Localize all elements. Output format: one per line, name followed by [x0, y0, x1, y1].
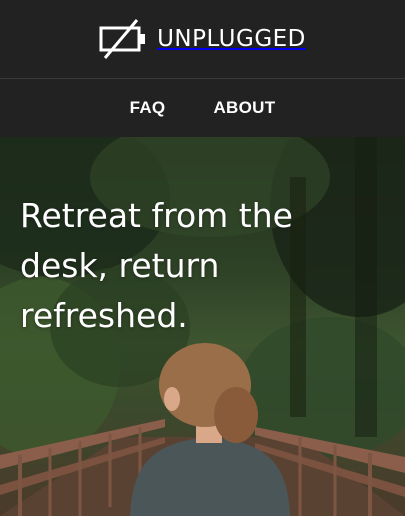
site-header: UNPLUGGED: [0, 0, 405, 79]
hero-banner: Retreat from the desk, return refreshed.: [0, 137, 405, 516]
nav-item-faq[interactable]: FAQ: [130, 98, 166, 118]
brand-logo[interactable]: UNPLUGGED: [99, 18, 306, 60]
unplugged-battery-icon: [99, 19, 146, 59]
main-nav: FAQ ABOUT: [0, 79, 405, 137]
brand-name: UNPLUGGED: [157, 26, 306, 52]
nav-item-about[interactable]: ABOUT: [213, 98, 275, 118]
hero-headline: Retreat from the desk, return refreshed.: [20, 196, 293, 335]
